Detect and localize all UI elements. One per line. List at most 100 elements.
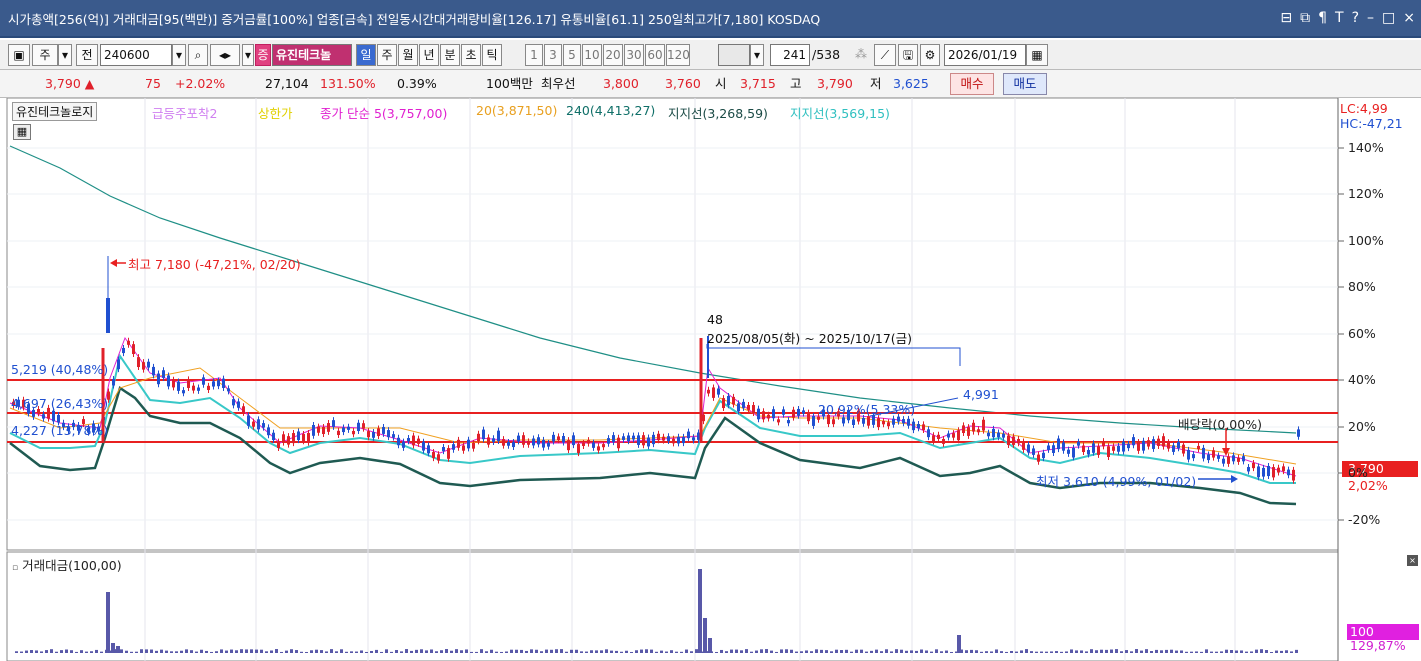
all-button[interactable]: 전 [76, 44, 98, 66]
save-icon[interactable]: 🖫 [898, 44, 918, 66]
candle-body [732, 396, 735, 405]
period-tab-2[interactable]: 월 [398, 44, 418, 66]
period-tab-3[interactable]: 년 [419, 44, 439, 66]
period-tab-5[interactable]: 초 [461, 44, 481, 66]
interval-button-7[interactable]: 120 [666, 44, 690, 66]
table-view-icon[interactable]: ▦ [13, 124, 31, 140]
stock-code-input[interactable]: 240600 [100, 44, 172, 66]
interval-button-2[interactable]: 5 [563, 44, 581, 66]
period-tab-0[interactable]: 일 [356, 44, 376, 66]
volume-bar [780, 649, 783, 653]
pin-icon[interactable]: ¶ [1318, 10, 1327, 26]
volume-bar [450, 650, 453, 653]
volume-bar [1030, 651, 1033, 653]
minimize-icon[interactable]: – [1367, 10, 1374, 26]
candle-body [667, 436, 670, 442]
volume-bar [1165, 649, 1168, 653]
legend-stock[interactable]: 유진테크놀로지 [12, 102, 98, 121]
interval-dropdown-icon[interactable]: ▾ [750, 44, 764, 66]
candle-body [1167, 442, 1170, 449]
price-chart[interactable] [0, 98, 1421, 661]
candle-body [367, 431, 370, 438]
compare-icon[interactable]: ⁂ [850, 44, 872, 66]
volume-panel-close-icon[interactable]: × [1407, 555, 1418, 566]
candle-body [627, 435, 630, 442]
close-icon[interactable]: × [1403, 10, 1415, 26]
volume-bar [660, 650, 663, 653]
interval-custom-input[interactable] [718, 44, 750, 66]
trend-tool-icon[interactable]: ⟋ [874, 44, 896, 66]
candle-body [567, 440, 570, 451]
minimize-pane-icon[interactable]: ⊟ [1280, 10, 1292, 26]
calendar-icon[interactable]: ▦ [1026, 44, 1048, 66]
candle-body [852, 419, 855, 425]
interval-button-4[interactable]: 20 [603, 44, 623, 66]
legend-indicator1[interactable]: 급등주포착2 [152, 103, 217, 122]
interval-button-6[interactable]: 60 [645, 44, 665, 66]
volume-bar [80, 650, 83, 653]
volume-bar [805, 650, 808, 653]
help-icon[interactable]: ? [1352, 10, 1359, 26]
sell-button[interactable]: 매도 [1003, 73, 1047, 95]
volume-bar [470, 651, 473, 653]
market-dropdown-icon[interactable]: ▾ [58, 44, 72, 66]
candle-body [727, 395, 730, 406]
legend-ma20[interactable]: 20(3,871,50) [476, 103, 557, 118]
volume-bar [860, 649, 863, 653]
display-count-input[interactable]: 241 [770, 44, 810, 66]
volume-bar [855, 649, 858, 653]
candle-body [162, 370, 165, 378]
panel-toggle-icon[interactable]: ▣ [8, 44, 30, 66]
volume-bar [250, 649, 253, 653]
buy-button[interactable]: 매수 [950, 73, 994, 95]
search-icon[interactable]: ⌕ [188, 44, 208, 66]
legend-indicator2[interactable]: 상한가 [258, 103, 293, 122]
volume-bar [1220, 651, 1223, 653]
candle-body [327, 423, 330, 432]
volume-bar [590, 650, 593, 653]
candle-body [1282, 466, 1285, 472]
market-select[interactable]: 주 [32, 44, 58, 66]
settings-icon[interactable]: ⚙ [920, 44, 940, 66]
restore-pane-icon[interactable]: ⧉ [1300, 10, 1310, 26]
volume-bar [900, 649, 903, 653]
legend-support2[interactable]: 지지선(3,569,15) [790, 103, 890, 122]
interval-button-5[interactable]: 30 [624, 44, 644, 66]
nav-dropdown-icon[interactable]: ▾ [242, 44, 254, 66]
candle-body [607, 438, 610, 444]
turnover: 0.39% [397, 76, 437, 91]
legend-ma240[interactable]: 240(4,413,27) [566, 103, 655, 118]
volume-bar [315, 649, 318, 653]
interval-button-1[interactable]: 3 [544, 44, 562, 66]
interval-button-3[interactable]: 10 [582, 44, 602, 66]
price-change: 75 [145, 76, 161, 91]
volume-bar [1130, 651, 1133, 653]
period-tab-4[interactable]: 분 [440, 44, 460, 66]
volume-bar [685, 649, 688, 653]
period-tab-1[interactable]: 주 [377, 44, 397, 66]
volume-tag-pct: 129,87% [1350, 638, 1406, 653]
candle-body [802, 410, 805, 414]
date-input[interactable]: 2026/01/19 [944, 44, 1026, 66]
volume-bar [920, 649, 923, 653]
candle-body [842, 417, 845, 424]
prev-next-icon[interactable]: ◂▸ [210, 44, 240, 66]
volume-bar [715, 651, 718, 653]
candle-body [902, 419, 905, 424]
font-icon[interactable]: T [1335, 10, 1344, 26]
legend-support1[interactable]: 지지선(3,268,59) [668, 103, 768, 122]
legend-ma5[interactable]: 종가 단순 5(3,757,00) [320, 103, 447, 122]
volume-bar [550, 649, 553, 653]
code-dropdown-icon[interactable]: ▾ [172, 44, 186, 66]
volume-bar [703, 618, 707, 653]
volume-bar [410, 650, 413, 653]
volume-bar [815, 649, 818, 653]
maximize-icon[interactable]: □ [1382, 10, 1395, 26]
volume-bar [695, 649, 698, 653]
period-tab-6[interactable]: 틱 [482, 44, 502, 66]
candle-body [1122, 441, 1125, 452]
candle-body [1232, 455, 1235, 462]
interval-button-0[interactable]: 1 [525, 44, 543, 66]
candle-body [1012, 436, 1015, 445]
candle-body [397, 437, 400, 446]
